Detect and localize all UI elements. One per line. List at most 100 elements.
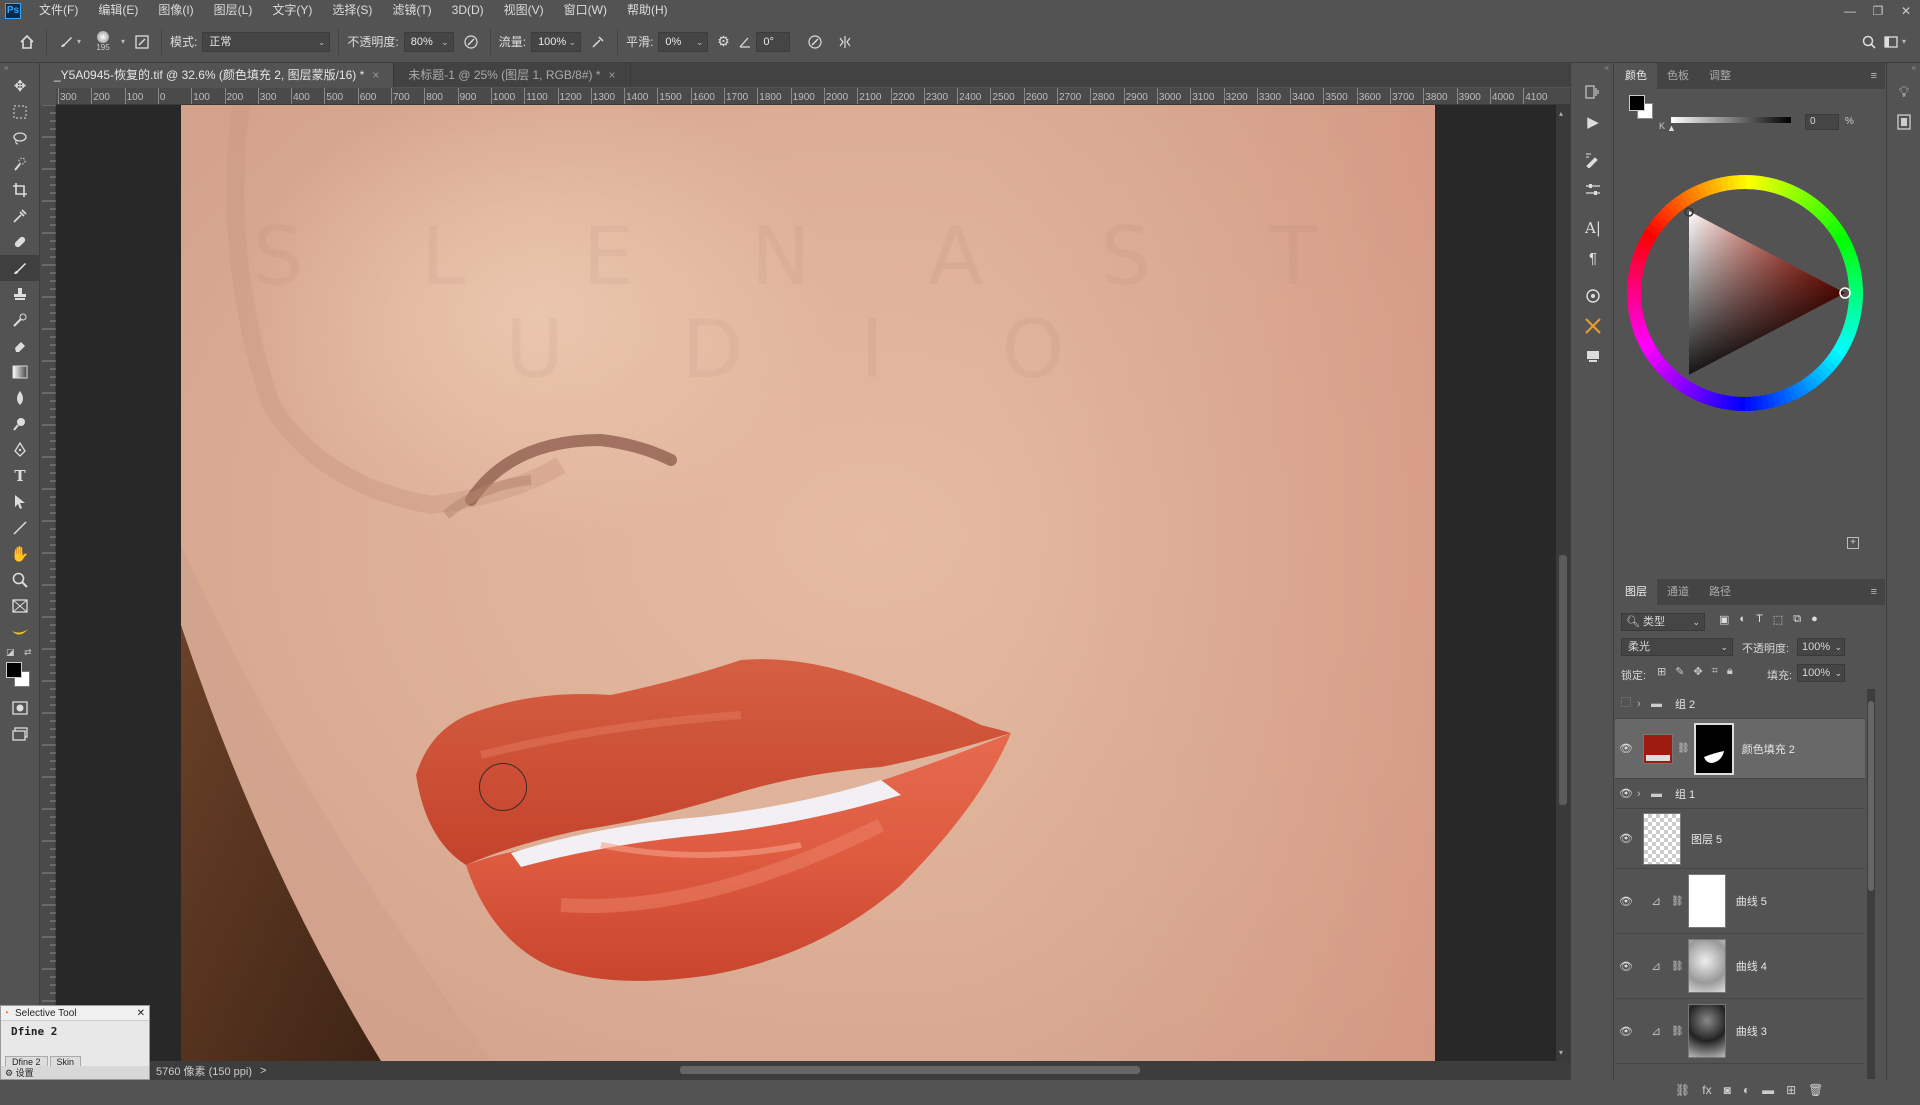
learn-icon[interactable]: 💡︎ <box>1887 77 1920 107</box>
collapse-panels-icon[interactable]: « <box>1887 63 1920 77</box>
smoothing-input[interactable]: 0% ⌄ <box>658 31 709 52</box>
k-value-input[interactable]: 0 <box>1805 114 1839 130</box>
layer-mask-thumbnail[interactable] <box>1693 722 1734 775</box>
scroll-down-icon[interactable]: ▾ <box>1559 1048 1563 1057</box>
link-layers-icon[interactable]: ⛓︎ <box>1675 1083 1690 1097</box>
layer-row-group-1[interactable]: 👁︎ › ▬ 组 1 <box>1615 779 1865 809</box>
chevron-down-icon[interactable]: ▾ <box>77 37 81 46</box>
chevron-right-icon[interactable]: › <box>1637 788 1651 800</box>
menu-image[interactable]: 图像(I) <box>148 0 203 21</box>
foreground-color-swatch[interactable] <box>1629 95 1645 111</box>
tab-color[interactable]: 颜色 <box>1615 63 1657 89</box>
k-slider-track[interactable] <box>1671 117 1791 123</box>
pressure-opacity-icon[interactable] <box>460 31 482 53</box>
link-icon[interactable]: ⛓︎ <box>1671 896 1684 907</box>
lock-position-icon[interactable]: ✥ <box>1693 665 1702 678</box>
layer-row-curves-4[interactable]: 👁︎ ⊿ ⛓︎ 曲线 4 <box>1615 934 1865 999</box>
lock-image-icon[interactable]: ✎ <box>1675 665 1684 678</box>
expand-panel-icon[interactable]: + <box>1847 537 1859 549</box>
scrollbar-thumb[interactable] <box>1559 555 1567 805</box>
menu-window[interactable]: 窗口(W) <box>554 0 617 21</box>
link-icon[interactable]: ⛓︎ <box>1671 961 1684 972</box>
photo-canvas[interactable]: S L E N A S T U D I O <box>181 105 1435 1061</box>
eye-icon[interactable]: 👁︎ <box>1615 960 1637 973</box>
menu-type[interactable]: 文字(Y) <box>262 0 322 21</box>
flow-input[interactable]: 100% ⌄ <box>531 31 582 52</box>
tab-adjustments[interactable]: 调整 <box>1699 63 1741 89</box>
status-menu-arrow[interactable]: > <box>260 1065 266 1077</box>
new-adjustment-icon[interactable]: ◐ <box>1743 1083 1750 1097</box>
layer-filter-select[interactable]: 🔍︎ 类型 ⌄ <box>1621 613 1705 631</box>
filter-adjustment-icon[interactable]: ◐ <box>1739 613 1746 626</box>
layer-row-curves-3[interactable]: 👁︎ ⊿ ⛓︎ 曲线 3 <box>1615 999 1865 1064</box>
layer-row-color-fill-2[interactable]: 👁︎ ⛓︎ 颜色填充 2 <box>1615 719 1865 779</box>
scroll-up-icon[interactable]: ▴ <box>1559 109 1563 118</box>
workspace-icon[interactable] <box>1880 31 1902 53</box>
retouch-plugin-icon[interactable] <box>1571 311 1615 341</box>
vertical-scrollbar[interactable]: ▴ ▾ <box>1556 105 1570 1061</box>
dfine-plugin-button[interactable]: Dfine 2 <box>1 1021 149 1042</box>
clone-stamp-tool-icon[interactable] <box>0 281 40 307</box>
horizontal-scrollbar-thumb[interactable] <box>680 1066 1140 1074</box>
menu-3d[interactable]: 3D(D) <box>442 0 494 21</box>
color-swatches[interactable]: ◪ ⇄ <box>0 645 39 695</box>
libraries-icon[interactable] <box>1887 107 1920 137</box>
character-panel-icon[interactable]: A| <box>1571 213 1615 243</box>
foreground-color-swatch[interactable] <box>6 662 22 678</box>
layer-opacity-input[interactable]: 100% ⌄ <box>1797 638 1845 656</box>
plugin-panel-icon[interactable] <box>1571 341 1615 371</box>
eye-icon[interactable]: 👁︎ <box>1615 895 1637 908</box>
swap-colors-icon[interactable]: ⇄ <box>24 647 32 658</box>
symmetry-icon[interactable] <box>834 31 856 53</box>
color-wheel[interactable] <box>1625 173 1865 413</box>
brush-preset-picker[interactable]: 195 <box>91 31 115 52</box>
chevron-right-icon[interactable]: › <box>1637 698 1651 710</box>
menu-view[interactable]: 视图(V) <box>494 0 554 21</box>
canvas-area[interactable]: S L E N A S T U D I O <box>56 105 1570 1061</box>
filter-toggle-icon[interactable]: ● <box>1811 613 1818 626</box>
menu-layer[interactable]: 图层(L) <box>204 0 263 21</box>
navigator-plugin-icon[interactable] <box>1571 281 1615 311</box>
menu-filter[interactable]: 滤镜(T) <box>382 0 441 21</box>
fill-input[interactable]: 100% ⌄ <box>1797 664 1845 682</box>
home-icon[interactable] <box>16 31 38 53</box>
history-brush-tool-icon[interactable] <box>0 307 40 333</box>
eye-icon[interactable]: 👁︎ <box>1615 742 1637 755</box>
adjustments-panel-icon[interactable] <box>1571 175 1615 205</box>
lock-artboard-icon[interactable]: ⌗ <box>1712 665 1718 678</box>
marquee-tool-icon[interactable] <box>0 99 40 125</box>
restore-icon[interactable]: ❐ <box>1864 4 1892 18</box>
screen-mode-icon[interactable] <box>0 721 40 747</box>
menu-select[interactable]: 选择(S) <box>322 0 382 21</box>
gear-icon[interactable]: ⚙ <box>712 31 734 53</box>
layers-scrollbar[interactable] <box>1867 689 1875 1079</box>
dodge-tool-icon[interactable] <box>0 411 40 437</box>
menu-help[interactable]: 帮助(H) <box>617 0 678 21</box>
crop-tool-icon[interactable] <box>0 177 40 203</box>
line-tool-icon[interactable] <box>0 515 40 541</box>
fill-layer-thumbnail[interactable] <box>1643 733 1673 764</box>
paragraph-panel-icon[interactable]: ¶ <box>1571 243 1615 273</box>
tab-document-1[interactable]: _Y5A0945-恢复的.tif @ 32.6% (颜色填充 2, 图层蒙版/1… <box>40 63 395 87</box>
tab-swatches[interactable]: 色板 <box>1657 63 1699 89</box>
airbrush-icon[interactable] <box>587 31 609 53</box>
delete-layer-icon[interactable]: 🗑︎ <box>1808 1083 1823 1097</box>
path-select-tool-icon[interactable] <box>0 489 40 515</box>
k-slider-handle[interactable]: ▲ <box>1667 123 1676 133</box>
move-tool-icon[interactable]: ✥ <box>0 73 40 99</box>
pen-tool-icon[interactable] <box>0 437 40 463</box>
actions-play-icon[interactable]: ▶ <box>1571 107 1615 137</box>
brush-settings-icon[interactable] <box>131 31 153 53</box>
close-icon[interactable]: ✕ <box>137 1006 145 1021</box>
type-tool-icon[interactable]: T <box>0 463 40 489</box>
mode-select[interactable]: 正常 ⌄ <box>202 31 331 52</box>
tab-channels[interactable]: 通道 <box>1657 579 1699 605</box>
eraser-tool-icon[interactable] <box>0 333 40 359</box>
opacity-input[interactable]: 80% ⌄ <box>403 31 454 52</box>
pressure-size-icon[interactable] <box>804 31 826 53</box>
quick-select-tool-icon[interactable] <box>0 151 40 177</box>
lock-transparent-icon[interactable]: ⊞ <box>1657 665 1666 678</box>
layer-thumbnail[interactable] <box>1643 812 1681 865</box>
settings-button[interactable]: ⚙ 设置 <box>1 1066 149 1079</box>
hand-tool-icon[interactable]: ✋ <box>0 541 40 567</box>
